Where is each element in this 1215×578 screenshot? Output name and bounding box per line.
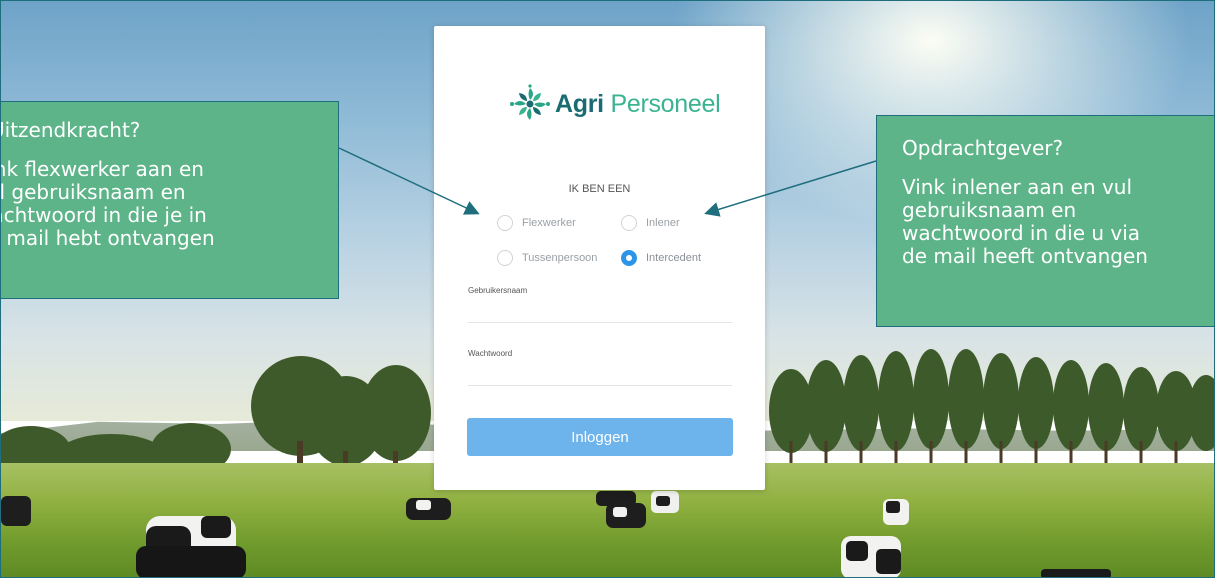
radio-inlener[interactable]: Inlener (621, 215, 680, 231)
radio-tussenpersoon[interactable]: Tussenpersoon (497, 250, 597, 266)
login-card: Agri Personeel IK BEN EEN Flexwerker Inl… (434, 26, 765, 490)
username-input[interactable] (468, 300, 732, 323)
callout-title: Uitzendkracht? (0, 118, 141, 142)
radio-flexwerker[interactable]: Flexwerker (497, 215, 576, 231)
password-input[interactable] (468, 363, 732, 386)
callout-body: Vink inlener aan en vul gebruiksnaam en … (902, 175, 1148, 268)
radio-label: Intercedent (646, 252, 702, 264)
radio-label: Tussenpersoon (522, 252, 598, 264)
radio-button-icon[interactable] (497, 215, 513, 231)
radio-intercedent[interactable]: Intercedent (621, 250, 701, 266)
radio-button-selected-icon[interactable] (621, 250, 637, 266)
username-label: Gebruikersnaam (468, 286, 528, 295)
radio-label: Inlener (646, 217, 680, 229)
login-button[interactable]: Inloggen (467, 418, 733, 456)
callout-uitzendkracht: Uitzendkracht? Vink flexwerker aan en vu… (0, 101, 339, 299)
radio-button-icon[interactable] (497, 250, 513, 266)
brand-name: Agri Personeel (555, 89, 721, 118)
brand-logo: Agri Personeel (509, 84, 721, 124)
radio-label: Flexwerker (522, 217, 576, 229)
callout-body: Vink flexwerker aan en vul gebruiksnaam … (0, 157, 215, 250)
role-heading: IK BEN EEN (568, 183, 631, 195)
callout-title: Opdrachtgever? (902, 136, 1064, 160)
radio-button-icon[interactable] (621, 215, 637, 231)
callout-opdrachtgever: Opdrachtgever? Vink inlener aan en vul g… (876, 115, 1214, 327)
password-label: Wachtwoord (468, 349, 513, 358)
screenshot-frame: Agri Personeel IK BEN EEN Flexwerker Inl… (0, 0, 1215, 578)
agri-personeel-logo-icon (509, 84, 551, 124)
